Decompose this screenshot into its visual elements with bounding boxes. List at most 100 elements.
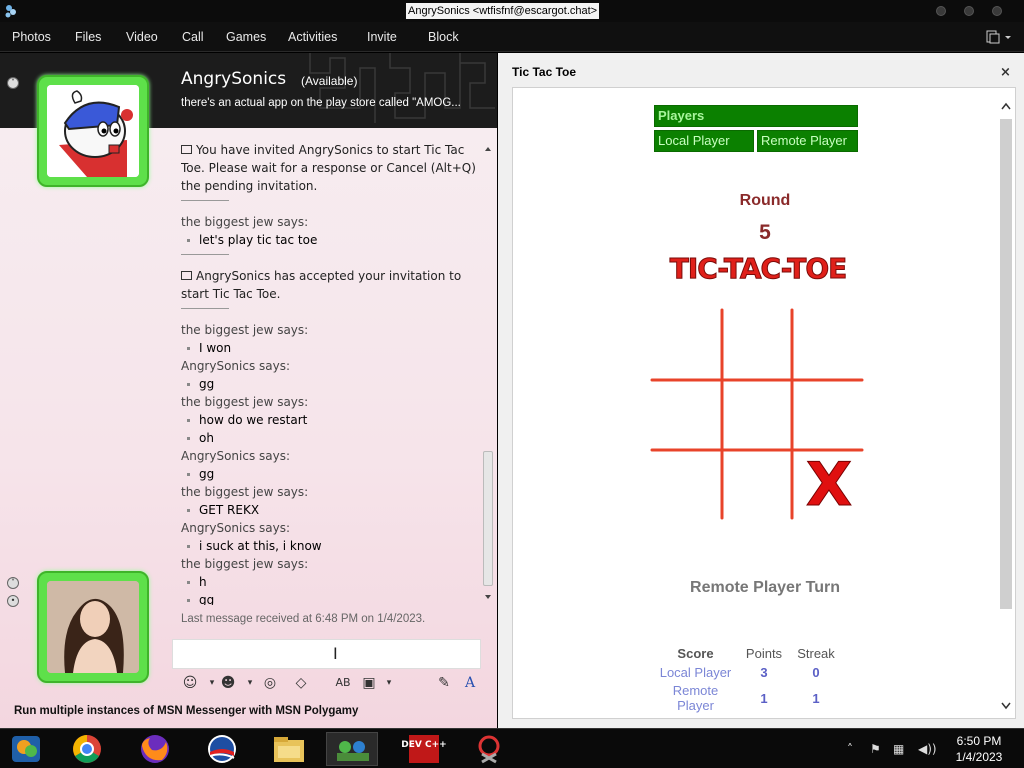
taskbar-app-firefox[interactable]: [132, 732, 178, 766]
firefox-icon: [141, 735, 169, 763]
score-points: 1: [760, 690, 768, 706]
game-board[interactable]: X: [649, 306, 865, 521]
emoticon-button[interactable]: ☺: [179, 673, 201, 693]
tic-tac-toe-window: Players Local Player Remote Player Round…: [512, 87, 1016, 719]
taskbar-app-chrome[interactable]: [64, 732, 110, 766]
clock-date: 1/4/2023: [955, 750, 1003, 764]
window-title: AngrySonics <wtfisfnf@escargot.chat>: [406, 3, 600, 19]
message-line: oh: [181, 429, 477, 447]
contact-avatar[interactable]: [37, 75, 149, 187]
webcam-icon[interactable]: •: [7, 595, 19, 607]
last-message-time: Last message received at 6:48 PM on 1/4/…: [181, 613, 426, 625]
board-cell[interactable]: [795, 382, 859, 446]
score-row: Local Player 3 0: [653, 663, 842, 682]
clock[interactable]: 6:50 PM 1/4/2023: [944, 733, 1014, 765]
menu-games[interactable]: Games: [226, 30, 266, 44]
system-message-text: You have invited AngrySonics to start Ti…: [181, 143, 476, 193]
menu-video[interactable]: Video: [126, 30, 158, 44]
board-cell[interactable]: [725, 382, 789, 446]
envelope-icon: [181, 145, 192, 154]
board-cell[interactable]: [655, 312, 719, 376]
devcpp-icon: DEV C++: [401, 735, 447, 763]
board-cell[interactable]: [795, 312, 859, 376]
message-scrollbar[interactable]: [482, 141, 494, 605]
activity-pane: Tic Tac Toe × Players Local Player Remot…: [498, 53, 1024, 729]
user-avatar[interactable]: [37, 571, 149, 683]
scrollbar-thumb[interactable]: [483, 451, 493, 586]
board-cell[interactable]: [655, 382, 719, 446]
wink-button[interactable]: ☻: [217, 673, 239, 693]
wink-dropdown-icon[interactable]: ▾: [239, 673, 261, 693]
menu-call[interactable]: Call: [182, 30, 204, 44]
network-icon: [337, 741, 369, 761]
nudge-button[interactable]: ◎: [259, 673, 281, 693]
taskbar-app-network[interactable]: [326, 732, 378, 766]
message-line: h: [181, 573, 477, 591]
message-separator: [181, 200, 229, 201]
menu-invite[interactable]: Invite: [367, 30, 397, 44]
homestar-avatar-image: [47, 85, 139, 177]
streak-header: Streak: [797, 646, 835, 661]
options-icon: [986, 30, 1011, 44]
close-activity-button[interactable]: ×: [1000, 65, 1011, 80]
background-button[interactable]: ▣: [358, 673, 380, 693]
font-button[interactable]: A: [459, 673, 481, 693]
close-window-button[interactable]: [992, 6, 1002, 16]
title-bar: AngrySonics <wtfisfnf@escargot.chat>: [0, 0, 1024, 22]
envelope-icon: [181, 271, 192, 280]
round-number: 5: [759, 221, 771, 244]
menu-bar: Photos Files Video Call Games Activities…: [0, 22, 1024, 52]
message-line: GET REKX: [181, 501, 477, 519]
snipping-tool-icon: [478, 735, 500, 764]
menu-block[interactable]: Block: [428, 30, 459, 44]
spellcheck-button[interactable]: AB: [332, 673, 354, 693]
options-menu-button[interactable]: [984, 28, 1014, 46]
taskbar-app-snipping[interactable]: [466, 732, 512, 766]
menu-activities[interactable]: Activities: [288, 30, 337, 44]
conversation-pane: ˅ AngrySonics (Available) there's an act…: [0, 53, 497, 729]
background-dropdown-icon[interactable]: ▾: [378, 673, 400, 693]
taskbar-app-explorer[interactable]: [266, 732, 312, 766]
message-sender: the biggest jew says:: [181, 215, 309, 229]
message-sender: the biggest jew says:: [181, 485, 309, 499]
score-player-name: Remote Player: [672, 683, 719, 713]
devcpp-label: DEV C++: [401, 740, 446, 750]
contact-status: (Available): [301, 74, 358, 88]
file-explorer-icon: [274, 737, 304, 762]
menu-files[interactable]: Files: [75, 30, 101, 44]
menu-photos[interactable]: Photos: [12, 30, 51, 44]
board-cell[interactable]: [725, 452, 789, 516]
network-tray-icon[interactable]: ▦: [893, 742, 904, 756]
collapse-icon[interactable]: ˅: [7, 77, 19, 89]
voice-clip-button[interactable]: ◇: [290, 673, 312, 693]
obama-logo-icon: [208, 735, 236, 763]
local-player-label: Local Player: [654, 130, 754, 152]
taskbar-app-obama[interactable]: [199, 732, 245, 766]
maximize-button[interactable]: [964, 6, 974, 16]
system-message-text: AngrySonics has accepted your invitation…: [181, 269, 462, 301]
message-separator: [181, 254, 229, 255]
activity-scroll-thumb[interactable]: [1000, 119, 1012, 609]
message-sender: AngrySonics says:: [181, 359, 291, 373]
flag-icon[interactable]: ⚑: [870, 742, 881, 756]
taskbar-app-messenger[interactable]: [4, 732, 50, 766]
message-input[interactable]: I: [172, 639, 481, 669]
board-cell[interactable]: [725, 312, 789, 376]
handwriting-button[interactable]: ✎: [433, 673, 455, 693]
activity-scrollbar[interactable]: [998, 101, 1012, 713]
message-line: gg: [181, 465, 477, 483]
minimize-button[interactable]: [936, 6, 946, 16]
contact-name: AngrySonics: [181, 69, 287, 89]
volume-icon[interactable]: ◀)): [918, 742, 937, 756]
score-streak: 0: [812, 665, 820, 680]
promo-text[interactable]: Run multiple instances of MSN Messenger …: [14, 705, 358, 717]
score-streak: 1: [812, 690, 820, 706]
score-row: Remote Player 1 1: [653, 682, 842, 714]
taskbar-app-devcpp[interactable]: DEV C++: [401, 732, 447, 766]
expand-icon[interactable]: ˅: [7, 577, 19, 589]
tray-overflow-icon[interactable]: ˄: [847, 742, 853, 756]
board-cell[interactable]: [655, 452, 719, 516]
system-message-accepted: AngrySonics has accepted your invitation…: [181, 267, 477, 303]
message-sender: the biggest jew says:: [181, 557, 309, 571]
board-mark-x: X: [806, 450, 852, 520]
